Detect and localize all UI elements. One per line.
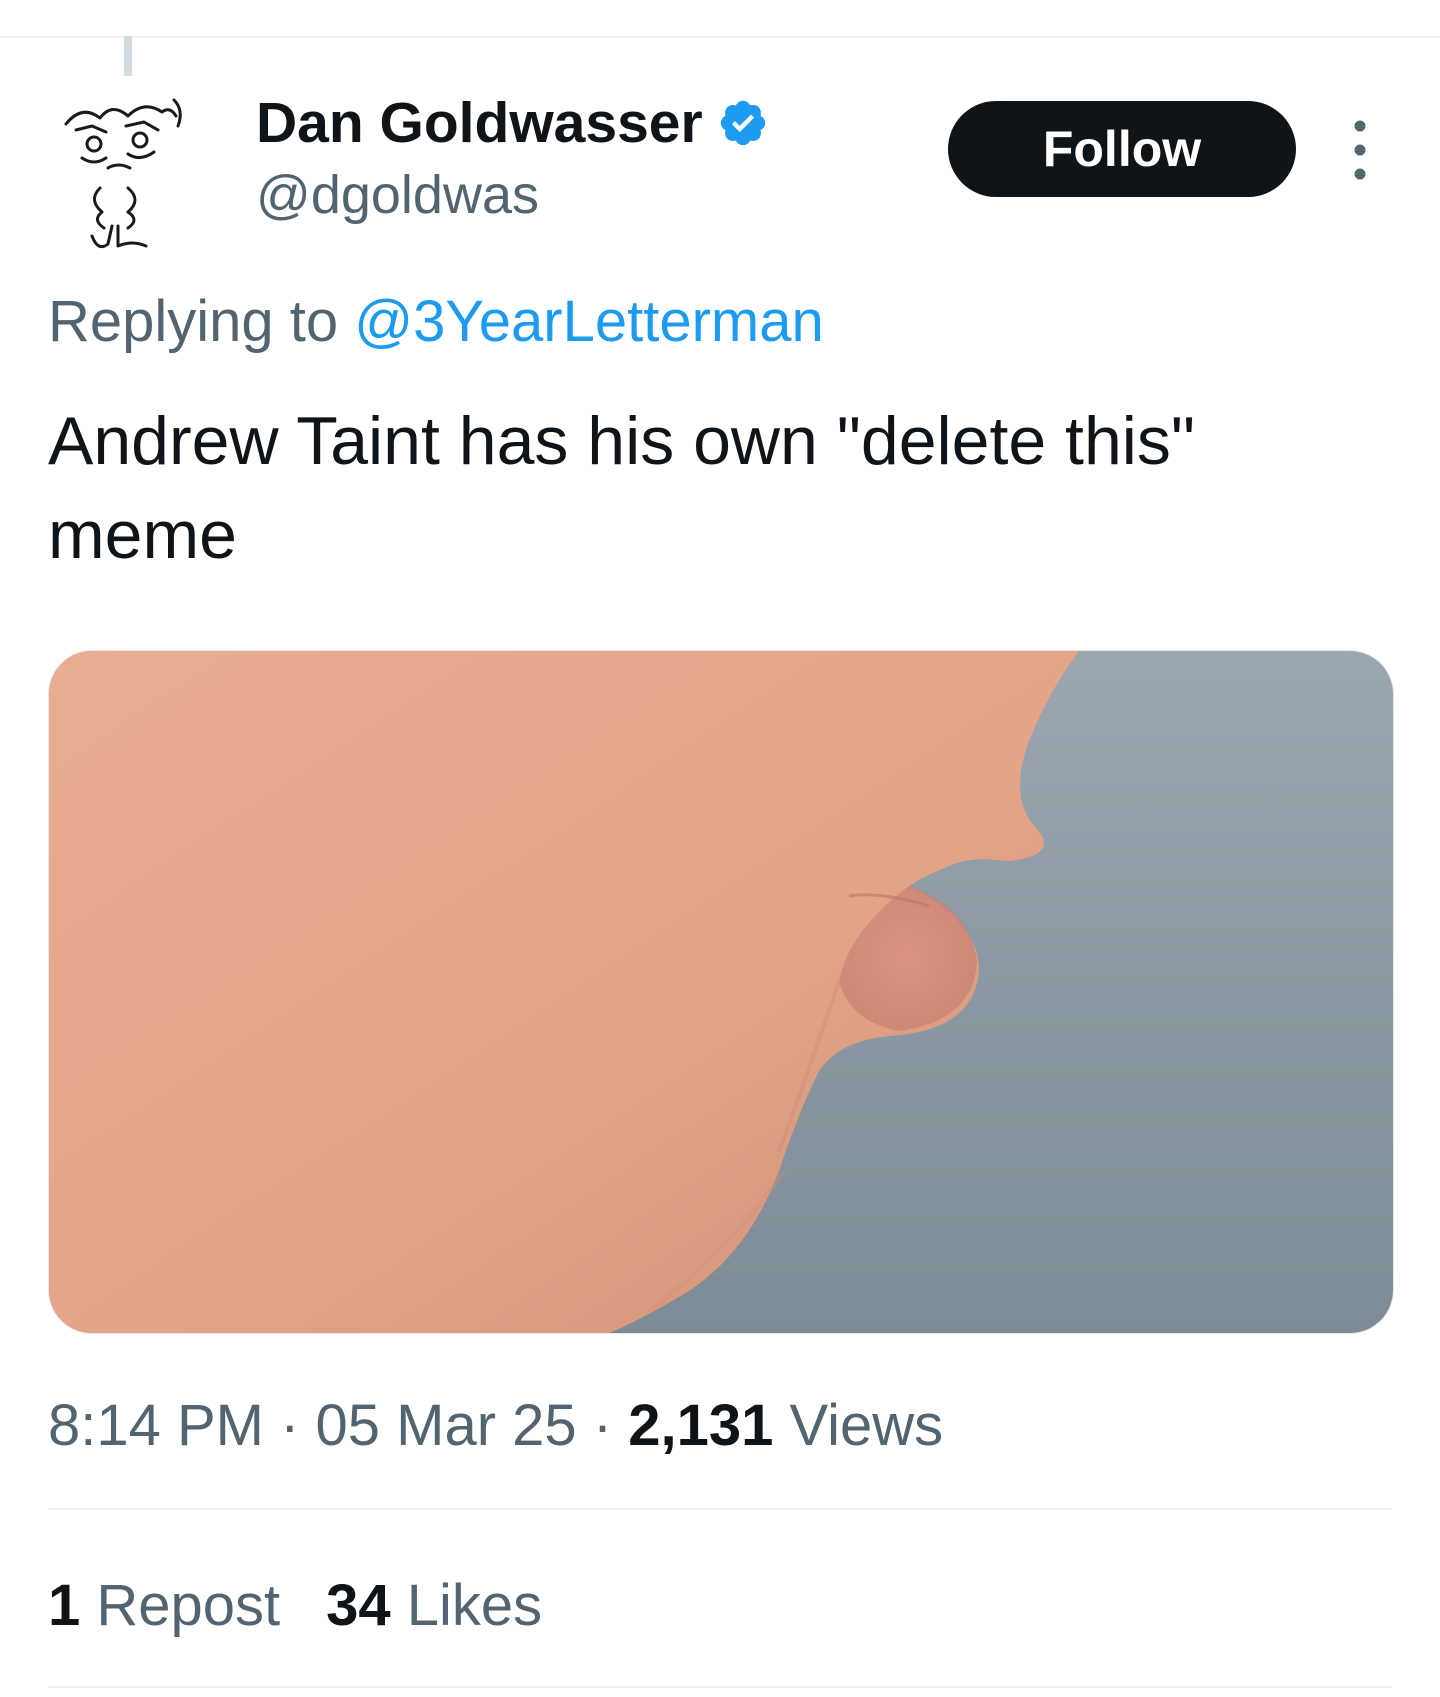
- author-handle[interactable]: @dgoldwas: [256, 162, 539, 228]
- tweet-meta: 8:14 PM · 05 Mar 25 · 2,131 Views: [48, 1388, 943, 1464]
- author-display-name[interactable]: Dan Goldwasser: [256, 88, 703, 158]
- views-count: 2,131: [628, 1393, 774, 1458]
- tweet-text: Andrew Taint has his own "delete this" m…: [48, 403, 1196, 573]
- reposts-stat[interactable]: 1 Repost: [48, 1573, 280, 1638]
- engagement-stats: 1 Repost 34 Likes: [48, 1568, 588, 1644]
- divider: [48, 1508, 1392, 1510]
- replying-to-prefix: Replying to: [48, 289, 355, 354]
- views-label: Views: [773, 1393, 944, 1458]
- likes-label: Likes: [390, 1573, 543, 1638]
- tweet-time[interactable]: 8:14 PM: [48, 1393, 264, 1458]
- top-divider: [0, 36, 1440, 38]
- meta-separator: ·: [576, 1393, 629, 1458]
- reposts-count: 1: [48, 1573, 81, 1638]
- reposts-label: Repost: [80, 1573, 281, 1638]
- more-vertical-icon[interactable]: [1346, 118, 1374, 182]
- tweet-media-photo[interactable]: [48, 650, 1394, 1334]
- tweet-date[interactable]: 05 Mar 25: [316, 1393, 577, 1458]
- verified-badge-icon: [720, 100, 765, 146]
- divider: [48, 1686, 1392, 1688]
- cartoon-face-avatar-icon: [64, 98, 182, 249]
- author-name-row: Dan Goldwasser: [256, 88, 769, 158]
- reply-mention-link[interactable]: @3YearLetterman: [354, 289, 823, 354]
- replying-to: Replying to @3YearLetterman: [48, 284, 824, 360]
- follow-button[interactable]: Follow: [948, 101, 1296, 197]
- avatar[interactable]: [62, 96, 194, 256]
- photo-face-profile: [49, 651, 1393, 1333]
- likes-stat[interactable]: 34 Likes: [326, 1573, 542, 1638]
- thread-connector-line: [124, 36, 132, 76]
- likes-count: 34: [326, 1573, 391, 1638]
- meta-separator: ·: [264, 1393, 316, 1458]
